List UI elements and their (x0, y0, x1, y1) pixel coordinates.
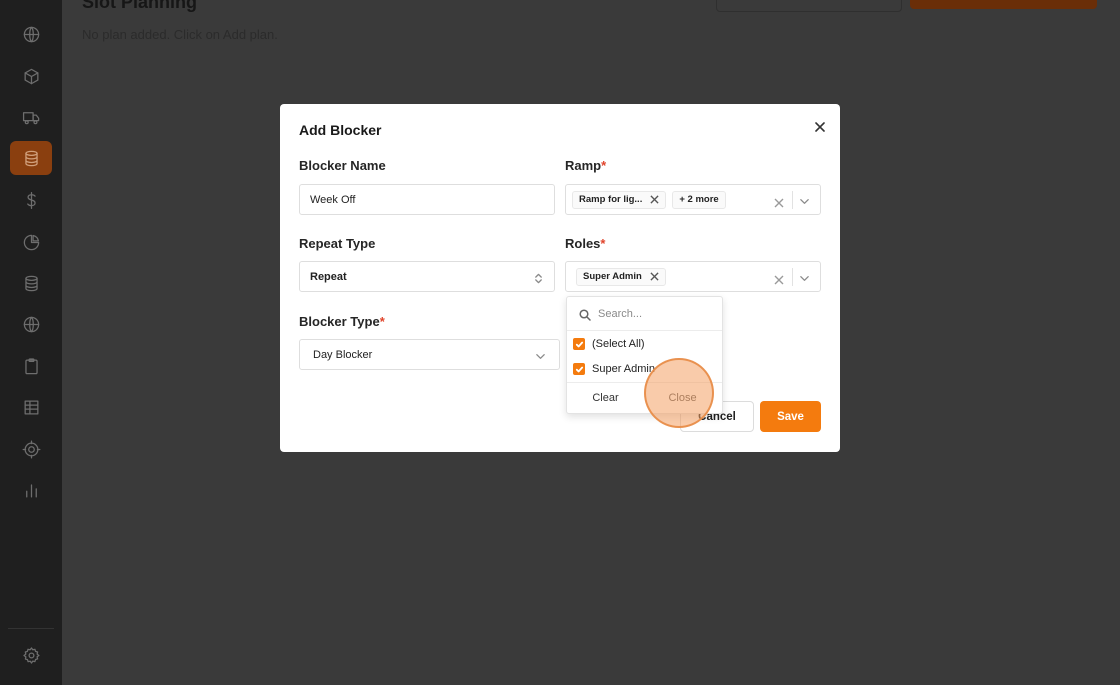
sidebar-divider (8, 628, 54, 629)
clear-button[interactable]: Clear (567, 392, 644, 404)
settings-icon[interactable] (10, 638, 52, 672)
clear-ramp-icon[interactable] (774, 195, 784, 208)
option-select-all[interactable]: (Select All) (573, 335, 645, 353)
option-super-admin[interactable]: Super Admin (573, 360, 655, 378)
page-title: Slot Planning (82, 0, 197, 12)
ramp-separator (792, 191, 793, 209)
empty-state-message: No plan added. Click on Add plan. (82, 27, 278, 42)
bar-chart-icon[interactable] (10, 473, 52, 507)
repeat-type-select[interactable]: Repeat (299, 261, 555, 292)
repeat-type-value: Repeat (310, 270, 347, 283)
blocker-type-label: Blocker Type* (299, 314, 385, 329)
remove-chip-icon[interactable] (650, 195, 659, 204)
dollar-icon[interactable] (10, 183, 52, 217)
clipboard-icon[interactable] (10, 349, 52, 383)
repeat-type-label: Repeat Type (299, 236, 376, 251)
dropdown-footer: Clear Close (567, 382, 722, 413)
search-input[interactable] (598, 307, 718, 320)
table-icon[interactable] (10, 390, 52, 424)
background-search-input (716, 0, 902, 12)
close-button[interactable]: Close (644, 392, 721, 404)
close-icon[interactable] (813, 120, 827, 134)
blocker-name-label: Blocker Name (299, 158, 386, 173)
database-icon[interactable] (10, 266, 52, 300)
remove-chip-icon[interactable] (650, 272, 659, 281)
database-icon[interactable] (10, 141, 52, 175)
globe-icon[interactable] (10, 307, 52, 341)
blocker-type-value: Day Blocker (313, 348, 373, 361)
roles-dropdown: (Select All) Super Admin Clear Close (566, 296, 723, 414)
blocker-name-value: Week Off (310, 193, 356, 206)
ramp-chip: Ramp for lig... (572, 190, 667, 209)
add-plan-button (910, 0, 1097, 9)
checkbox-checked-icon[interactable] (573, 338, 585, 350)
roles-label: Roles* (565, 236, 606, 251)
globe-icon[interactable] (10, 17, 52, 51)
blocker-name-input[interactable]: Week Off (299, 184, 555, 215)
box-icon[interactable] (10, 59, 52, 93)
chevron-down-icon[interactable] (799, 194, 810, 205)
updown-chevron-icon (533, 271, 544, 284)
ramp-more-chip: + 2 more (672, 190, 726, 209)
roles-separator (792, 268, 793, 286)
checkbox-checked-icon[interactable] (573, 363, 585, 375)
truck-icon[interactable] (10, 100, 52, 134)
chevron-down-icon[interactable] (799, 271, 810, 282)
target-icon[interactable] (10, 432, 52, 466)
search-icon (579, 308, 591, 321)
ramp-label: Ramp* (565, 158, 607, 173)
clear-roles-icon[interactable] (774, 272, 784, 285)
dropdown-search (567, 297, 722, 331)
chevron-down-icon[interactable] (535, 349, 546, 360)
modal-title: Add Blocker (299, 122, 382, 138)
pie-chart-icon[interactable] (10, 225, 52, 259)
roles-chip: Super Admin (576, 267, 666, 286)
blocker-type-select[interactable]: Day Blocker (299, 339, 560, 370)
sidebar (0, 0, 62, 685)
save-button[interactable]: Save (760, 401, 821, 432)
